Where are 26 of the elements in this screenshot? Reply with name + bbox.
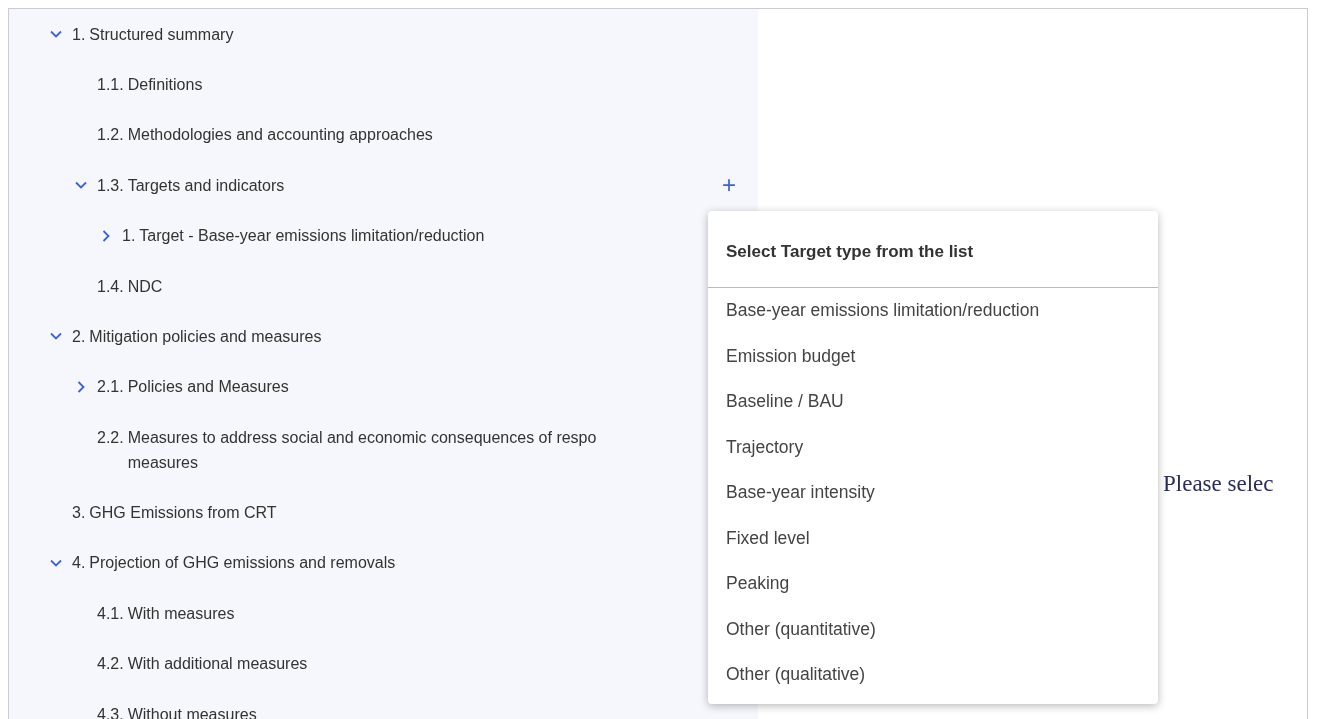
tree-item[interactable]: 1.4. NDC — [97, 273, 163, 299]
tree-item[interactable]: 1.2. Methodologies and accounting approaches — [97, 122, 433, 148]
menu-option[interactable]: Baseline / BAU — [708, 379, 1158, 425]
menu-option[interactable]: Other (quantitative) — [708, 606, 1158, 652]
menu-option[interactable]: Base-year intensity — [708, 470, 1158, 516]
menu-option[interactable]: Fixed level — [708, 515, 1158, 561]
tree-item[interactable]: 4. Projection of GHG emissions and removals — [72, 550, 396, 576]
menu-option[interactable]: Base-year emissions limitation/reduction — [708, 288, 1158, 334]
tree-item[interactable]: 1. Structured summary — [72, 21, 234, 47]
menu-title: Select Target type from the list — [708, 211, 1158, 288]
menu-option[interactable]: Peaking — [708, 561, 1158, 607]
tree-item[interactable]: 3. GHG Emissions from CRT — [72, 500, 277, 526]
tree-item[interactable]: 4.2. With additional measures — [97, 651, 308, 677]
tree-item[interactable]: 4.3. Without measures — [97, 701, 257, 719]
tree-item[interactable]: 1. Target - Base-year emissions limitation/reduction — [122, 223, 485, 249]
tree-item[interactable]: 2.2. Measures to address social and economic consequences of respo measures — [97, 424, 597, 475]
tree-item[interactable]: 2.1. Policies and Measures — [97, 374, 289, 400]
add-button[interactable]: + — [722, 175, 736, 196]
menu-option[interactable]: Emission budget — [708, 333, 1158, 379]
tree-item[interactable]: 1.3. Targets and indicators — [97, 172, 285, 198]
menu-option[interactable]: Trajectory — [708, 424, 1158, 470]
tree-item[interactable]: 1.1. Definitions — [97, 72, 203, 98]
menu-option[interactable]: Other (qualitative) — [708, 652, 1158, 698]
tree-item[interactable]: 4.1. With measures — [97, 600, 235, 626]
placeholder-message: Please selec — [1163, 471, 1274, 496]
tree-item[interactable]: 2. Mitigation policies and measures — [72, 323, 322, 349]
